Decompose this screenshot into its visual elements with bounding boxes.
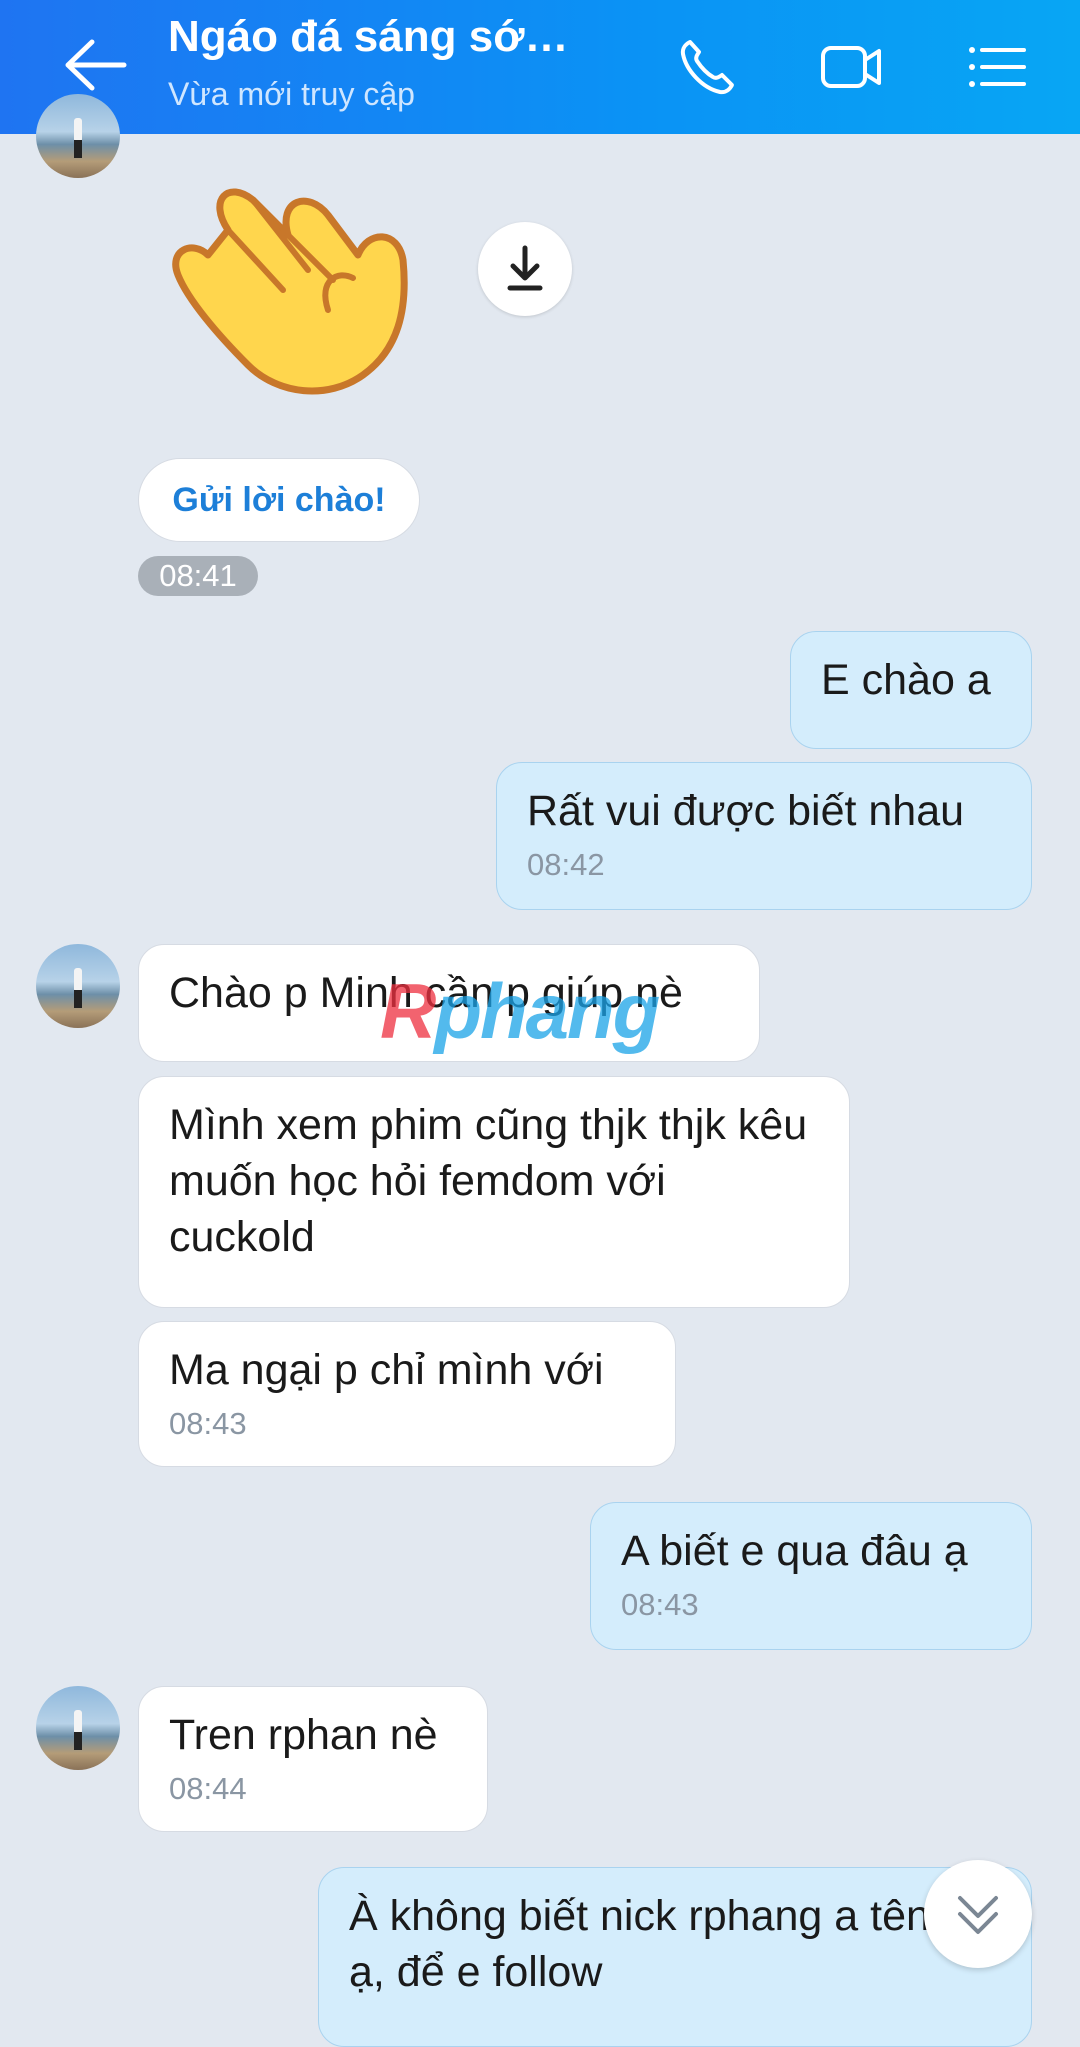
- message-text: Mình xem phim cũng thjk thjk kêu muốn họ…: [169, 1101, 808, 1261]
- message-time: 08:42: [527, 847, 605, 882]
- message-time-badge: 08:41: [138, 556, 258, 596]
- message-time: 08:44: [169, 1771, 247, 1806]
- message-text: Rất vui được biết nhau: [527, 787, 965, 835]
- download-button[interactable]: [478, 222, 572, 316]
- message-bubble-incoming[interactable]: Chào p Minh cần p giúp nè: [138, 944, 760, 1062]
- double-chevron-down-icon: [958, 1896, 998, 1934]
- contact-status: Vừa mới truy cập: [168, 76, 415, 112]
- avatar[interactable]: [36, 94, 120, 178]
- avatar-figure: [74, 118, 82, 142]
- avatar-figure: [74, 1710, 82, 1734]
- message-text: Tren rphan nè: [169, 1711, 438, 1759]
- avatar-figure-legs: [74, 1732, 82, 1750]
- scroll-to-bottom-button[interactable]: [924, 1860, 1032, 1968]
- message-time: 08:43: [621, 1587, 699, 1622]
- message-text: E chào a: [821, 656, 991, 704]
- contact-name[interactable]: Ngáo đá sáng sớ…: [168, 12, 568, 62]
- message-bubble-outgoing[interactable]: Rất vui được biết nhau 08:42: [496, 762, 1032, 910]
- send-greeting-button[interactable]: Gửi lời chào!: [138, 458, 420, 542]
- message-bubble-incoming[interactable]: Mình xem phim cũng thjk thjk kêu muốn họ…: [138, 1076, 850, 1308]
- avatar-figure-legs: [74, 140, 82, 158]
- phone-icon[interactable]: [676, 36, 738, 98]
- download-icon: [507, 245, 543, 291]
- message-bubble-incoming[interactable]: Tren rphan nè 08:44: [138, 1686, 488, 1832]
- chat-header: Ngáo đá sáng sớ… Vừa mới truy cập: [0, 0, 1080, 134]
- message-time: 08:43: [169, 1406, 247, 1441]
- waving-hand-sticker[interactable]: [168, 160, 428, 400]
- message-bubble-outgoing[interactable]: A biết e qua đâu ạ 08:43: [590, 1502, 1032, 1650]
- back-arrow-icon[interactable]: [62, 36, 128, 94]
- message-text: Ma ngại p chỉ mình với: [169, 1346, 604, 1394]
- video-call-icon[interactable]: [820, 36, 882, 98]
- message-text: A biết e qua đâu ạ: [621, 1527, 968, 1575]
- avatar[interactable]: [36, 1686, 120, 1770]
- message-text: À không biết nick rphang a tên gì ạ, để …: [349, 1892, 978, 1996]
- avatar-figure: [74, 968, 82, 992]
- avatar-figure-legs: [74, 990, 82, 1008]
- message-bubble-outgoing[interactable]: E chào a: [790, 631, 1032, 749]
- menu-list-icon[interactable]: [966, 36, 1028, 98]
- message-text: Chào p Minh cần p giúp nè: [169, 969, 683, 1017]
- avatar[interactable]: [36, 944, 120, 1028]
- message-bubble-incoming[interactable]: Ma ngại p chỉ mình với 08:43: [138, 1321, 676, 1467]
